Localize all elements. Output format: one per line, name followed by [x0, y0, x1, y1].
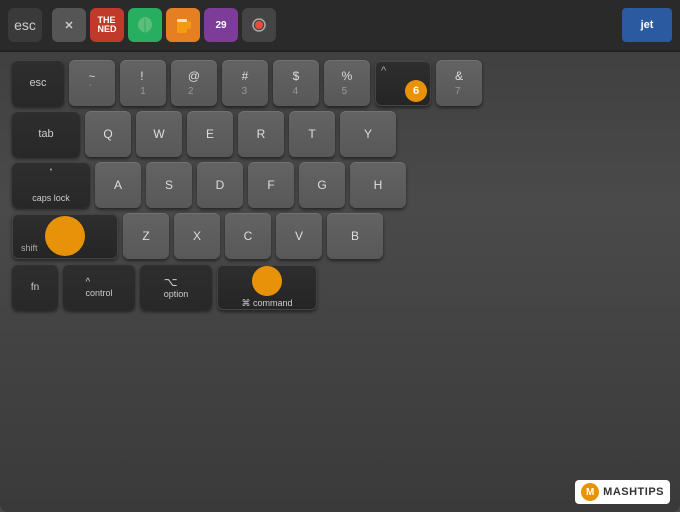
tb-ned-icon[interactable]: THENED — [90, 8, 124, 42]
keyboard: esc ~` !1 @2 #3 $4 %5 ^ 6 — [0, 52, 680, 320]
key-6-badge: 6 — [405, 80, 427, 102]
key-6[interactable]: ^ 6 — [375, 60, 431, 106]
key-c[interactable]: C — [225, 213, 271, 259]
key-shift[interactable]: shift — [12, 213, 118, 259]
key-tilde[interactable]: ~` — [69, 60, 115, 106]
command-orange-indicator — [252, 266, 282, 296]
tb-timing-icon[interactable]: 29 — [204, 8, 238, 42]
key-x[interactable]: X — [174, 213, 220, 259]
esc-key[interactable]: esc — [8, 8, 42, 42]
keyboard-container: esc THENED 29 jet — [0, 0, 680, 512]
shift-orange-indicator — [45, 216, 85, 256]
touch-bar: esc THENED 29 jet — [0, 0, 680, 52]
tb-jet-icon[interactable]: jet — [622, 8, 672, 42]
key-tab[interactable]: tab — [12, 111, 80, 157]
key-5[interactable]: %5 — [324, 60, 370, 106]
key-b[interactable]: B — [327, 213, 383, 259]
key-command[interactable]: ⌘ command — [217, 264, 317, 310]
watermark-text: MASHTIPS — [603, 486, 664, 498]
key-h[interactable]: H — [350, 162, 406, 208]
tb-beer-icon[interactable] — [166, 8, 200, 42]
zxcv-row: shift Z X C V B — [12, 213, 668, 259]
tb-close-icon[interactable] — [52, 8, 86, 42]
key-v[interactable]: V — [276, 213, 322, 259]
tb-record-icon[interactable] — [242, 8, 276, 42]
key-option[interactable]: ⌥option — [140, 264, 212, 310]
key-s[interactable]: S — [146, 162, 192, 208]
watermark: M MASHTIPS — [575, 480, 670, 504]
key-control[interactable]: ^control — [63, 264, 135, 310]
tb-leaf-icon[interactable] — [128, 8, 162, 42]
key-z[interactable]: Z — [123, 213, 169, 259]
qwerty-row: tab Q W E R T Y — [12, 111, 668, 157]
key-y[interactable]: Y — [340, 111, 396, 157]
watermark-logo: M — [581, 483, 599, 501]
key-3[interactable]: #3 — [222, 60, 268, 106]
key-f[interactable]: F — [248, 162, 294, 208]
key-e[interactable]: E — [187, 111, 233, 157]
number-row: esc ~` !1 @2 #3 $4 %5 ^ 6 — [12, 60, 668, 106]
key-t[interactable]: T — [289, 111, 335, 157]
key-a[interactable]: A — [95, 162, 141, 208]
bottom-row: fn ^control ⌥option ⌘ command — [12, 264, 668, 310]
asdf-row: • caps lock A S D F G H — [12, 162, 668, 208]
key-g[interactable]: G — [299, 162, 345, 208]
key-capslock[interactable]: • caps lock — [12, 162, 90, 208]
key-q[interactable]: Q — [85, 111, 131, 157]
key-esc[interactable]: esc — [12, 60, 64, 106]
key-d[interactable]: D — [197, 162, 243, 208]
key-7[interactable]: &7 — [436, 60, 482, 106]
key-w[interactable]: W — [136, 111, 182, 157]
key-1[interactable]: !1 — [120, 60, 166, 106]
key-fn[interactable]: fn — [12, 264, 58, 310]
key-r[interactable]: R — [238, 111, 284, 157]
key-4[interactable]: $4 — [273, 60, 319, 106]
key-2[interactable]: @2 — [171, 60, 217, 106]
